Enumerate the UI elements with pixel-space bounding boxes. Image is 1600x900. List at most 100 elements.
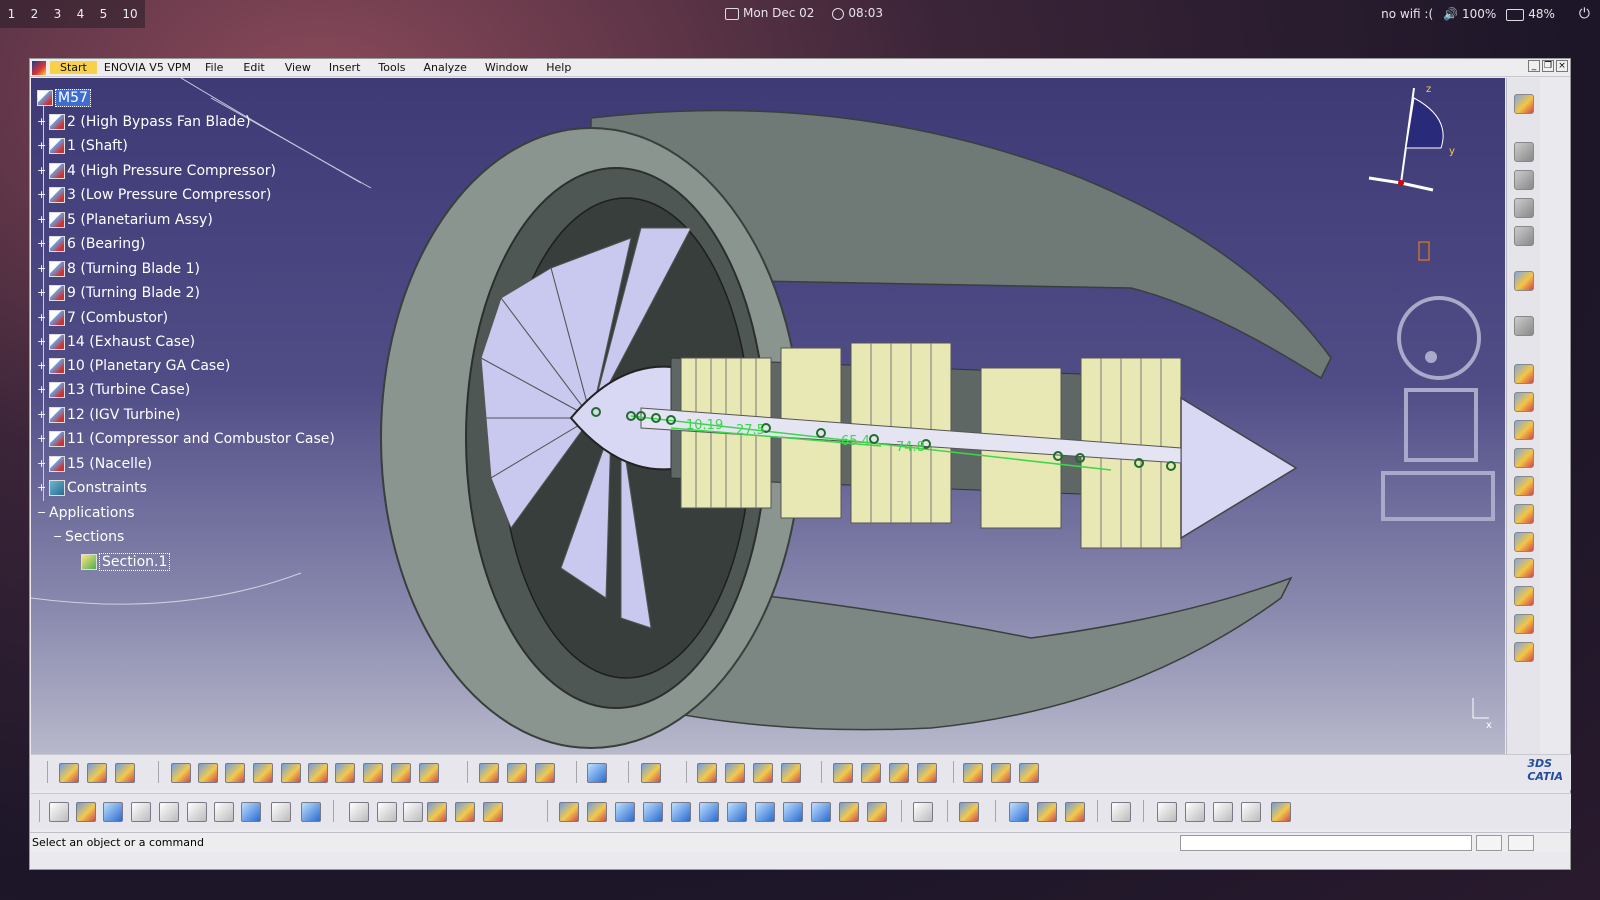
update-icon[interactable] xyxy=(1514,532,1534,552)
pad-icon[interactable] xyxy=(198,763,218,783)
constraint-icon[interactable] xyxy=(1514,392,1534,412)
pan-icon[interactable] xyxy=(615,802,635,822)
snap-icon[interactable] xyxy=(1514,476,1534,496)
expand-icon[interactable]: + xyxy=(37,458,47,469)
tree-item[interactable]: +8 (Turning Blade 1) xyxy=(37,259,200,279)
apply-material-icon[interactable] xyxy=(535,763,555,783)
tree-item[interactable]: +1 (Shaft) xyxy=(37,136,128,156)
power-icon[interactable]: ⏻ xyxy=(1579,6,1590,22)
assembly-icon[interactable] xyxy=(1514,142,1534,162)
formula-icon[interactable] xyxy=(349,802,369,822)
pocket-icon[interactable] xyxy=(225,763,245,783)
constraint-icon[interactable] xyxy=(1514,420,1534,440)
tree-item[interactable]: +4 (High Pressure Compressor) xyxy=(37,161,276,181)
bom-icon[interactable] xyxy=(889,763,909,783)
print-icon[interactable] xyxy=(131,802,151,822)
cut-icon[interactable] xyxy=(159,802,179,822)
pattern-icon[interactable] xyxy=(419,763,439,783)
menu-help[interactable]: Help xyxy=(539,61,578,74)
whats-this-icon[interactable] xyxy=(301,802,321,822)
paste-icon[interactable] xyxy=(214,802,234,822)
fly-mode-icon[interactable] xyxy=(559,802,579,822)
undo-icon[interactable] xyxy=(241,802,261,822)
save-icon[interactable] xyxy=(103,802,123,822)
expand-icon[interactable]: + xyxy=(37,263,47,274)
expand-icon[interactable]: + xyxy=(37,312,47,323)
clash-icon[interactable] xyxy=(697,763,717,783)
hide-show-icon[interactable] xyxy=(839,802,859,822)
swap-space-icon[interactable] xyxy=(867,802,887,822)
expand-icon[interactable]: + xyxy=(37,409,47,420)
rotate-icon[interactable] xyxy=(643,802,663,822)
info-icon[interactable] xyxy=(403,802,423,822)
fit-all-icon[interactable] xyxy=(587,802,607,822)
tree-item[interactable]: +2 (High Bypass Fan Blade) xyxy=(37,112,251,132)
menu-window[interactable]: Window xyxy=(478,61,535,74)
menu-file[interactable]: File xyxy=(198,61,230,74)
menu-analyze[interactable]: Analyze xyxy=(417,61,474,74)
expand-icon[interactable]: + xyxy=(37,165,47,176)
axis-icon[interactable] xyxy=(1157,802,1177,822)
workspace-3[interactable]: 3 xyxy=(46,7,69,21)
expand-icon[interactable]: + xyxy=(37,384,47,395)
expand-icon[interactable]: + xyxy=(37,116,47,127)
existing-component-icon[interactable] xyxy=(115,763,135,783)
workspace-5[interactable]: 5 xyxy=(92,7,115,21)
knowledge-icon[interactable] xyxy=(963,763,983,783)
tree-section-1[interactable]: Section.1 xyxy=(81,552,171,572)
lock-icon[interactable] xyxy=(455,802,475,822)
copy-icon[interactable] xyxy=(187,802,207,822)
report-icon[interactable] xyxy=(917,763,937,783)
expand-icon[interactable]: + xyxy=(37,433,47,444)
tree-applications[interactable]: − Applications xyxy=(37,503,135,523)
parameters-icon[interactable] xyxy=(991,763,1011,783)
text-annotation-icon[interactable] xyxy=(1185,802,1205,822)
groove-icon[interactable] xyxy=(281,763,301,783)
tree-item[interactable]: +13 (Turbine Case) xyxy=(37,380,190,400)
select-arrow-icon[interactable] xyxy=(1514,271,1534,291)
tree-item[interactable]: +7 (Combustor) xyxy=(37,308,168,328)
zoom-out-icon[interactable] xyxy=(699,802,719,822)
publish-icon[interactable] xyxy=(833,763,853,783)
tree-item[interactable]: +14 (Exhaust Case) xyxy=(37,332,195,352)
explode-icon[interactable] xyxy=(1514,504,1534,524)
eraser-icon[interactable] xyxy=(1271,802,1291,822)
analysis-icon[interactable] xyxy=(781,763,801,783)
catalog-browser-icon[interactable] xyxy=(861,763,881,783)
expand-icon[interactable]: + xyxy=(37,287,47,298)
expand-icon[interactable]: + xyxy=(37,140,47,151)
3d-viewport[interactable]: 74.8 65.4 27.5 10.19 z y x M57 + 2 (High… xyxy=(31,78,1505,754)
comment-icon[interactable] xyxy=(377,802,397,822)
expand-icon[interactable]: + xyxy=(37,336,47,347)
rules-icon[interactable] xyxy=(1019,763,1039,783)
sketch-icon[interactable] xyxy=(171,763,191,783)
multi-view-icon[interactable] xyxy=(755,802,775,822)
command-button[interactable] xyxy=(1476,835,1502,851)
tree-item[interactable]: +10 (Planetary GA Case) xyxy=(37,356,230,376)
grid-icon[interactable] xyxy=(641,763,661,783)
view-navigator[interactable] xyxy=(1381,296,1495,521)
catalog-icon[interactable] xyxy=(1514,614,1534,634)
assembly-icon[interactable] xyxy=(1514,198,1534,218)
workbench-icon[interactable] xyxy=(959,802,979,822)
rib-icon[interactable] xyxy=(335,763,355,783)
slot-icon[interactable] xyxy=(363,763,383,783)
tree-root[interactable]: M57 xyxy=(37,88,91,108)
move-icon[interactable] xyxy=(1514,448,1534,468)
material-icon[interactable] xyxy=(507,763,527,783)
catia-app-icon[interactable] xyxy=(32,60,46,75)
menu-edit[interactable]: Edit xyxy=(236,61,271,74)
distance-icon[interactable] xyxy=(725,763,745,783)
menu-start[interactable]: Start xyxy=(50,61,97,74)
workspace-1[interactable]: 1 xyxy=(0,7,23,21)
dimension-icon[interactable] xyxy=(1009,802,1029,822)
tree-item[interactable]: +12 (IGV Turbine) xyxy=(37,405,181,425)
bill-of-material-icon[interactable] xyxy=(1514,642,1534,662)
hierarchy-icon[interactable] xyxy=(483,802,503,822)
assembly-icon[interactable] xyxy=(1514,170,1534,190)
section-tool-icon[interactable] xyxy=(753,763,773,783)
capture-camera-icon[interactable] xyxy=(913,802,933,822)
shaft-icon[interactable] xyxy=(253,763,273,783)
workspace-4[interactable]: 4 xyxy=(69,7,92,21)
assembly-icon[interactable] xyxy=(1514,226,1534,246)
